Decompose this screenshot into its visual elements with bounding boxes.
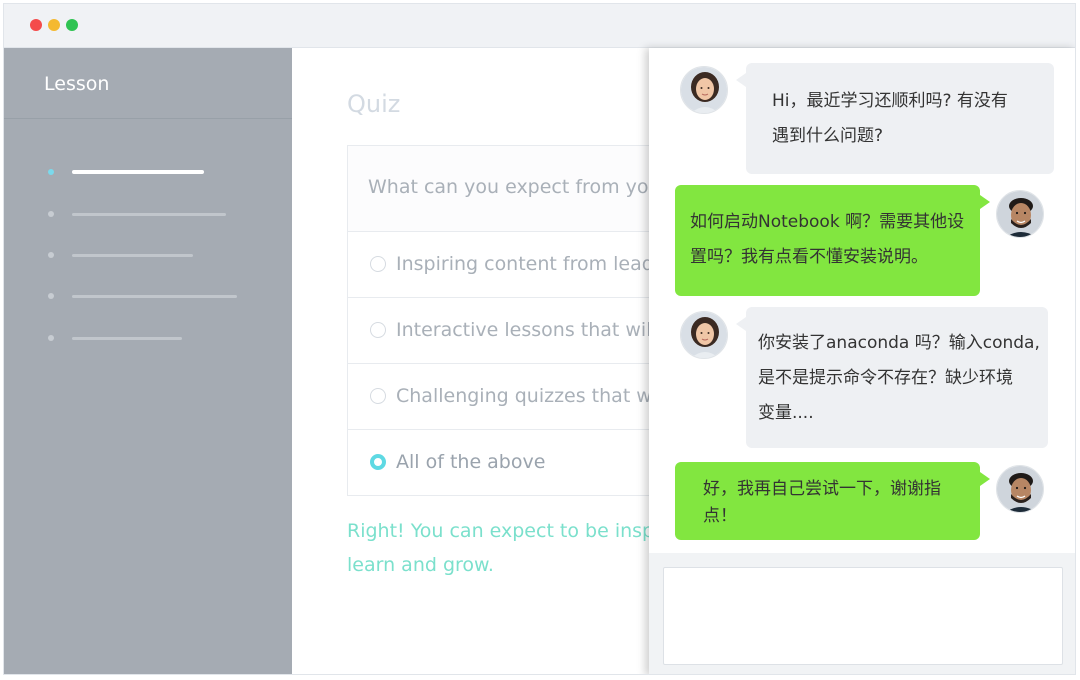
sidebar-item-label-placeholder bbox=[72, 170, 204, 174]
lesson-sidebar: Lesson bbox=[4, 48, 292, 674]
message-text: 你安装了anaconda 吗？输入conda, bbox=[758, 333, 1040, 353]
bullet-icon bbox=[48, 252, 54, 258]
radio-button[interactable] bbox=[370, 322, 386, 338]
bullet-icon bbox=[48, 169, 54, 175]
bullet-icon bbox=[48, 211, 54, 217]
sidebar-item-label-placeholder bbox=[72, 213, 226, 216]
message-text: 好，我再自己尝试一下，谢谢指 bbox=[703, 479, 941, 499]
chat-message-outgoing: 如何启动Notebook 啊？需要其他设 置吗？我有点看不懂安装说明。 bbox=[675, 185, 990, 296]
quiz-title: Quiz bbox=[347, 90, 401, 118]
message-input[interactable] bbox=[663, 567, 1063, 665]
message-text: 遇到什么问题? bbox=[772, 126, 884, 146]
message-text: 是不是提示命令不存在？缺少环境 bbox=[758, 368, 1013, 388]
radio-button-checked[interactable] bbox=[370, 454, 386, 470]
message-text: 置吗？我有点看不懂安装说明。 bbox=[690, 247, 928, 267]
quiz-option-label: Inspiring content from leadi bbox=[396, 253, 660, 275]
radio-button[interactable] bbox=[370, 256, 386, 272]
quiz-option-label: Interactive lessons that will c bbox=[396, 319, 674, 341]
app-window: Lesson Quiz What can you expect from you… bbox=[3, 3, 1076, 675]
bullet-icon bbox=[48, 335, 54, 341]
message-text: 如何启动Notebook 啊？需要其他设 bbox=[690, 212, 965, 232]
tutor-avatar bbox=[680, 311, 728, 359]
message-text: 变量.... bbox=[758, 403, 814, 423]
chat-messages[interactable]: Hi，最近学习还顺利吗? 有没有 遇到什么问题? 如何启动Notebook 啊？… bbox=[649, 48, 1075, 553]
sidebar-item-label-placeholder bbox=[72, 337, 182, 340]
quiz-option-label: All of the above bbox=[396, 451, 546, 473]
chat-panel: Hi，最近学习还顺利吗? 有没有 遇到什么问题? 如何启动Notebook 啊？… bbox=[649, 48, 1075, 674]
chat-message-incoming: Hi，最近学习还顺利吗? 有没有 遇到什么问题? bbox=[736, 63, 1054, 174]
tutor-avatar bbox=[680, 66, 728, 114]
maximize-window-button[interactable] bbox=[66, 19, 78, 31]
student-avatar bbox=[996, 465, 1044, 513]
sidebar-item-label-placeholder bbox=[72, 254, 193, 257]
student-avatar bbox=[996, 190, 1044, 238]
chat-composer bbox=[649, 553, 1075, 674]
title-bar bbox=[4, 4, 1075, 48]
bullet-icon bbox=[48, 293, 54, 299]
sidebar-item-label-placeholder bbox=[72, 295, 237, 298]
sidebar-title: Lesson bbox=[4, 48, 292, 119]
radio-button[interactable] bbox=[370, 388, 386, 404]
chat-message-incoming: 你安装了anaconda 吗？输入conda, 是不是提示命令不存在？缺少环境 … bbox=[736, 307, 1048, 448]
minimize-window-button[interactable] bbox=[48, 19, 60, 31]
chat-message-outgoing: 好，我再自己尝试一下，谢谢指 点！ bbox=[675, 462, 990, 540]
close-window-button[interactable] bbox=[30, 19, 42, 31]
quiz-option-label: Challenging quizzes that will bbox=[396, 385, 668, 407]
message-text: Hi，最近学习还顺利吗? 有没有 bbox=[772, 91, 1008, 111]
